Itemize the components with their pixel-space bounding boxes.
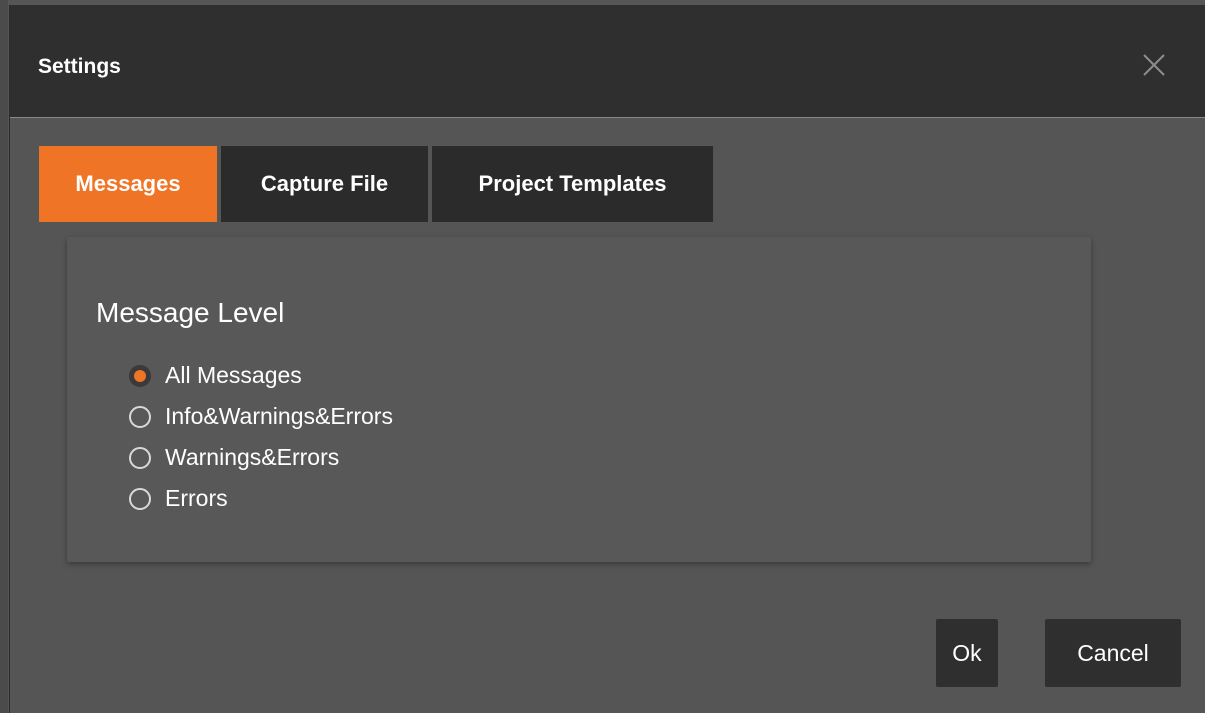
radio-errors[interactable]: Errors [129, 478, 393, 519]
message-level-heading: Message Level [96, 297, 285, 328]
message-level-radio-group: All Messages Info&Warnings&Errors Warnin… [129, 355, 393, 519]
tab-project-templates-label: Project Templates [478, 171, 667, 196]
close-icon [1143, 54, 1165, 76]
radio-label: All Messages [165, 362, 302, 388]
radio-warnings-errors[interactable]: Warnings&Errors [129, 437, 393, 478]
dialog-title: Settings [38, 55, 121, 78]
settings-dialog: Settings Messages Capture File Project T… [9, 5, 1205, 713]
close-button[interactable] [1138, 49, 1170, 81]
radio-all-messages[interactable]: All Messages [129, 355, 393, 396]
radio-label: Info&Warnings&Errors [165, 403, 393, 429]
tab-capture-file[interactable]: Capture File [221, 146, 428, 222]
tab-project-templates[interactable]: Project Templates [432, 146, 713, 222]
radio-label: Warnings&Errors [165, 444, 340, 470]
radio-button[interactable] [129, 487, 151, 510]
ok-button-label: Ok [952, 639, 982, 666]
radio-button[interactable] [129, 446, 151, 469]
tab-messages[interactable]: Messages [39, 146, 217, 222]
cancel-button[interactable]: Cancel [1045, 619, 1181, 687]
tab-capture-file-label: Capture File [260, 171, 389, 196]
ok-button[interactable]: Ok [936, 619, 998, 687]
tab-messages-label: Messages [75, 171, 181, 196]
messages-panel: Message Level All Messages Info&Warnings… [67, 237, 1091, 562]
cancel-button-label: Cancel [1077, 639, 1149, 666]
dialog-titlebar: Settings [10, 5, 1205, 118]
background-window-edge [0, 0, 8, 713]
radio-info-warnings-errors[interactable]: Info&Warnings&Errors [129, 396, 393, 437]
radio-button-checked[interactable] [129, 364, 151, 387]
radio-label: Errors [165, 485, 228, 511]
radio-button[interactable] [129, 405, 151, 428]
